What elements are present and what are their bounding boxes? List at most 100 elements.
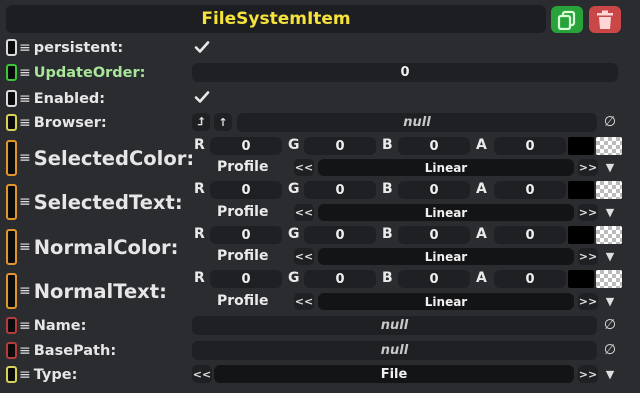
profile-prev-button[interactable]: << [294, 293, 314, 310]
chevron-down-icon[interactable]: ▼ [602, 205, 618, 219]
profile-dropdown[interactable]: Linear [318, 159, 574, 176]
type-next-button[interactable]: >> [578, 365, 598, 383]
hamburger-icon[interactable]: ≡ [19, 195, 31, 209]
channel-b-input[interactable]: 0 [398, 270, 470, 288]
next-icon: >> [578, 250, 598, 263]
profile-dropdown[interactable]: Linear [318, 204, 574, 221]
channel-g-label: G [288, 270, 300, 286]
channel-g-input[interactable]: 0 [304, 270, 376, 288]
channel-g-input[interactable]: 0 [304, 226, 376, 244]
channel-r-value: 0 [241, 182, 251, 198]
null-icon[interactable]: ∅ [601, 113, 619, 131]
channel-b-input[interactable]: 0 [398, 181, 470, 199]
profile-prev-button[interactable]: << [294, 159, 314, 176]
dropdown-glyph: ▼ [605, 294, 615, 308]
parent-reference-button[interactable]: ↑ [214, 113, 232, 131]
hamburger-icon[interactable]: ≡ [19, 151, 31, 165]
field-selected-text: ≡ SelectedText: [6, 182, 183, 222]
profile-next-button[interactable]: >> [578, 159, 598, 176]
profile-dropdown[interactable]: Linear [318, 293, 574, 310]
update-order-input[interactable]: 0 [192, 63, 618, 82]
channel-g-value: 0 [335, 271, 345, 287]
null-icon[interactable]: ∅ [601, 316, 619, 334]
profile-value: Linear [424, 294, 468, 309]
grip-icon[interactable] [6, 64, 17, 81]
channel-r-input[interactable]: 0 [210, 137, 282, 155]
chevron-down-icon[interactable]: ▼ [602, 249, 618, 263]
base-path-value: null [380, 343, 409, 358]
channel-g-input[interactable]: 0 [304, 137, 376, 155]
hamburger-icon[interactable]: ≡ [19, 284, 31, 298]
channel-a-input[interactable]: 0 [494, 181, 566, 199]
grip-icon[interactable] [6, 366, 17, 383]
profile-dropdown[interactable]: Linear [318, 248, 574, 265]
name-input[interactable]: null [192, 316, 597, 335]
channel-b-input[interactable]: 0 [398, 137, 470, 155]
type-prev-button[interactable]: << [192, 365, 212, 383]
profile-next-button[interactable]: >> [578, 204, 598, 221]
base-path-input[interactable]: null [192, 341, 597, 360]
color-preview[interactable] [568, 270, 594, 288]
profile-prev-button[interactable]: << [294, 248, 314, 265]
channel-a-input[interactable]: 0 [494, 226, 566, 244]
grip-icon[interactable] [6, 184, 17, 220]
duplicate-button[interactable] [551, 6, 583, 33]
grip-icon[interactable] [6, 317, 17, 334]
channel-r-input[interactable]: 0 [210, 181, 282, 199]
grip-icon[interactable] [6, 90, 17, 107]
alpha-preview[interactable] [596, 270, 622, 288]
channel-a-input[interactable]: 0 [494, 270, 566, 288]
profile-next-button[interactable]: >> [578, 293, 598, 310]
grip-icon[interactable] [6, 114, 17, 131]
grip-icon[interactable] [6, 229, 17, 265]
color-preview[interactable] [568, 226, 594, 244]
field-label: NormalColor: [33, 235, 179, 259]
jump-to-reference-button[interactable]: ⮥ [192, 113, 210, 131]
channel-r-label: R [194, 270, 205, 286]
color-preview[interactable] [568, 181, 594, 199]
delete-button[interactable] [589, 6, 621, 33]
alpha-preview[interactable] [596, 226, 622, 244]
profile-label: Profile [217, 159, 269, 175]
null-icon[interactable]: ∅ [601, 341, 619, 359]
channel-r-input[interactable]: 0 [210, 226, 282, 244]
chevron-down-icon[interactable]: ▼ [602, 160, 618, 174]
chevron-down-icon[interactable]: ▼ [602, 294, 618, 308]
grip-icon[interactable] [6, 342, 17, 359]
channel-r-input[interactable]: 0 [210, 270, 282, 288]
hamburger-icon[interactable]: ≡ [19, 41, 31, 55]
channel-r-label: R [194, 226, 205, 242]
channel-g-input[interactable]: 0 [304, 181, 376, 199]
type-dropdown[interactable]: File [214, 365, 574, 383]
check-icon[interactable] [194, 39, 210, 55]
field-name: ≡ Name: [6, 316, 86, 335]
hamburger-icon[interactable]: ≡ [19, 319, 31, 333]
alpha-preview[interactable] [596, 181, 622, 199]
hamburger-icon[interactable]: ≡ [19, 116, 31, 130]
grip-icon[interactable] [6, 273, 17, 309]
hamburger-icon[interactable]: ≡ [19, 92, 31, 106]
browser-reference-field[interactable]: null [237, 113, 597, 132]
channel-b-input[interactable]: 0 [398, 226, 470, 244]
channel-a-input[interactable]: 0 [494, 137, 566, 155]
grip-icon[interactable] [6, 140, 17, 176]
profile-next-button[interactable]: >> [578, 248, 598, 265]
profile-prev-button[interactable]: << [294, 204, 314, 221]
next-icon: >> [578, 295, 598, 308]
channel-a-value: 0 [525, 271, 535, 287]
check-icon[interactable] [194, 89, 210, 105]
hamburger-icon[interactable]: ≡ [19, 66, 31, 80]
hamburger-icon[interactable]: ≡ [19, 344, 31, 358]
hamburger-icon[interactable]: ≡ [19, 240, 31, 254]
field-base-path: ≡ BasePath: [6, 341, 116, 360]
hamburger-icon[interactable]: ≡ [19, 368, 31, 382]
channel-a-value: 0 [525, 182, 535, 198]
alpha-preview[interactable] [596, 137, 622, 155]
field-label: Type: [33, 366, 78, 383]
grip-icon[interactable] [6, 39, 17, 56]
color-preview[interactable] [568, 137, 594, 155]
prev-icon: << [192, 367, 212, 381]
null-symbol: ∅ [603, 342, 617, 358]
chevron-down-icon[interactable]: ▼ [602, 367, 618, 381]
field-label: SelectedText: [33, 190, 183, 214]
